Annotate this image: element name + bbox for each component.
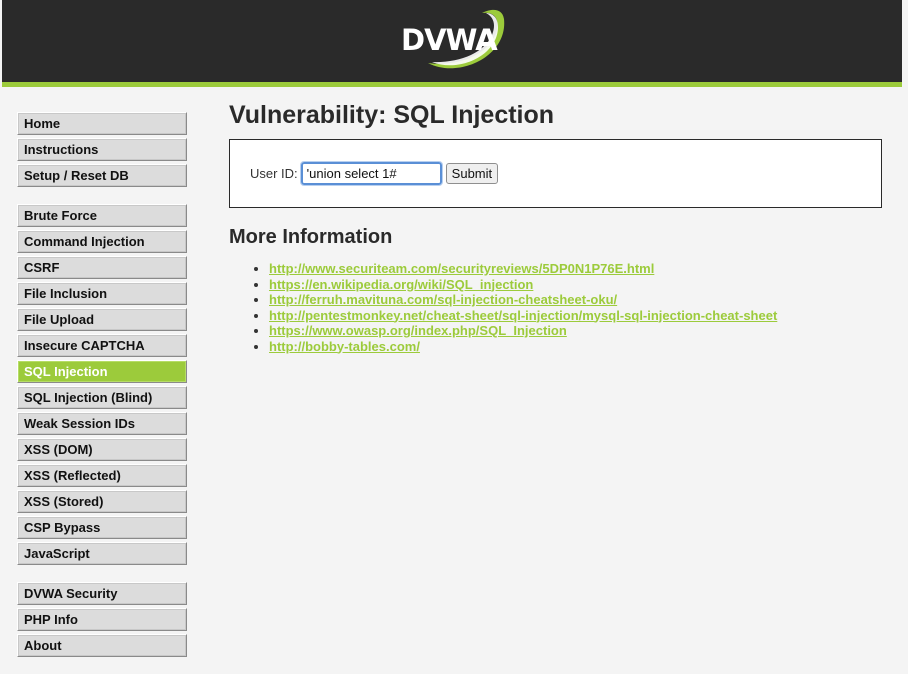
submit-button[interactable]: Submit xyxy=(445,163,499,184)
list-item: https://en.wikipedia.org/wiki/SQL_inject… xyxy=(269,277,882,293)
link-owasp[interactable]: https://www.owasp.org/index.php/SQL_Inje… xyxy=(269,323,567,338)
sidebar-item-sql-injection-blind[interactable]: SQL Injection (Blind) xyxy=(17,386,187,409)
link-ferruh-mavituna[interactable]: http://ferruh.mavituna.com/sql-injection… xyxy=(269,292,617,307)
page-title: Vulnerability: SQL Injection xyxy=(229,101,555,129)
sidebar-item-php-info[interactable]: PHP Info xyxy=(17,608,187,631)
more-information-heading: More Information xyxy=(229,226,393,248)
list-item: http://pentestmonkey.net/cheat-sheet/sql… xyxy=(269,308,882,324)
link-bobby-tables[interactable]: http://bobby-tables.com/ xyxy=(269,339,420,354)
sidebar-item-setup-reset-db[interactable]: Setup / Reset DB xyxy=(17,164,187,187)
sidebar-item-dvwa-security[interactable]: DVWA Security xyxy=(17,582,187,605)
sidebar-item-home[interactable]: Home xyxy=(17,112,187,135)
logo-text: DVWA xyxy=(401,23,498,57)
sidebar-item-about[interactable]: About xyxy=(17,634,187,657)
page-frame: DVWA Home Instructions Setup / Reset DB … xyxy=(2,0,902,665)
list-item: https://www.owasp.org/index.php/SQL_Inje… xyxy=(269,323,882,339)
more-information-links: http://www.securiteam.com/securityreview… xyxy=(229,261,882,354)
list-item: http://bobby-tables.com/ xyxy=(269,339,882,355)
sidebar-item-insecure-captcha[interactable]: Insecure CAPTCHA xyxy=(17,334,187,357)
sidebar-item-brute-force[interactable]: Brute Force xyxy=(17,204,187,227)
header: DVWA xyxy=(2,0,902,87)
sidebar-item-instructions[interactable]: Instructions xyxy=(17,138,187,161)
menu-group-admin: DVWA Security PHP Info About xyxy=(17,582,187,657)
sidebar-item-csrf[interactable]: CSRF xyxy=(17,256,187,279)
list-item: http://ferruh.mavituna.com/sql-injection… xyxy=(269,292,882,308)
link-securiteam[interactable]: http://www.securiteam.com/securityreview… xyxy=(269,261,654,276)
main-content: Vulnerability: SQL Injection User ID: Su… xyxy=(229,98,882,354)
dvwa-logo[interactable]: DVWA xyxy=(398,7,510,71)
sidebar-item-csp-bypass[interactable]: CSP Bypass xyxy=(17,516,187,539)
sidebar-item-file-upload[interactable]: File Upload xyxy=(17,308,187,331)
userid-input[interactable] xyxy=(299,161,443,186)
link-wikipedia-sql-injection[interactable]: https://en.wikipedia.org/wiki/SQL_inject… xyxy=(269,277,533,292)
sidebar-item-weak-session-ids[interactable]: Weak Session IDs xyxy=(17,412,187,435)
sidebar-item-command-injection[interactable]: Command Injection xyxy=(17,230,187,253)
sidebar-item-xss-stored[interactable]: XSS (Stored) xyxy=(17,490,187,513)
userid-label: User ID: xyxy=(250,166,298,181)
sidebar-item-file-inclusion[interactable]: File Inclusion xyxy=(17,282,187,305)
sidebar-menu: Home Instructions Setup / Reset DB Brute… xyxy=(17,112,187,674)
userid-form: User ID: Submit xyxy=(250,161,499,186)
sidebar-item-javascript[interactable]: JavaScript xyxy=(17,542,187,565)
vulnerable-code-area: User ID: Submit xyxy=(229,139,882,208)
list-item: http://www.securiteam.com/securityreview… xyxy=(269,261,882,277)
sidebar-item-xss-reflected[interactable]: XSS (Reflected) xyxy=(17,464,187,487)
menu-group-general: Home Instructions Setup / Reset DB xyxy=(17,112,187,187)
sidebar-item-sql-injection[interactable]: SQL Injection xyxy=(17,360,187,383)
sidebar-item-xss-dom[interactable]: XSS (DOM) xyxy=(17,438,187,461)
link-pentestmonkey[interactable]: http://pentestmonkey.net/cheat-sheet/sql… xyxy=(269,308,777,323)
menu-group-vulnerabilities: Brute Force Command Injection CSRF File … xyxy=(17,204,187,565)
